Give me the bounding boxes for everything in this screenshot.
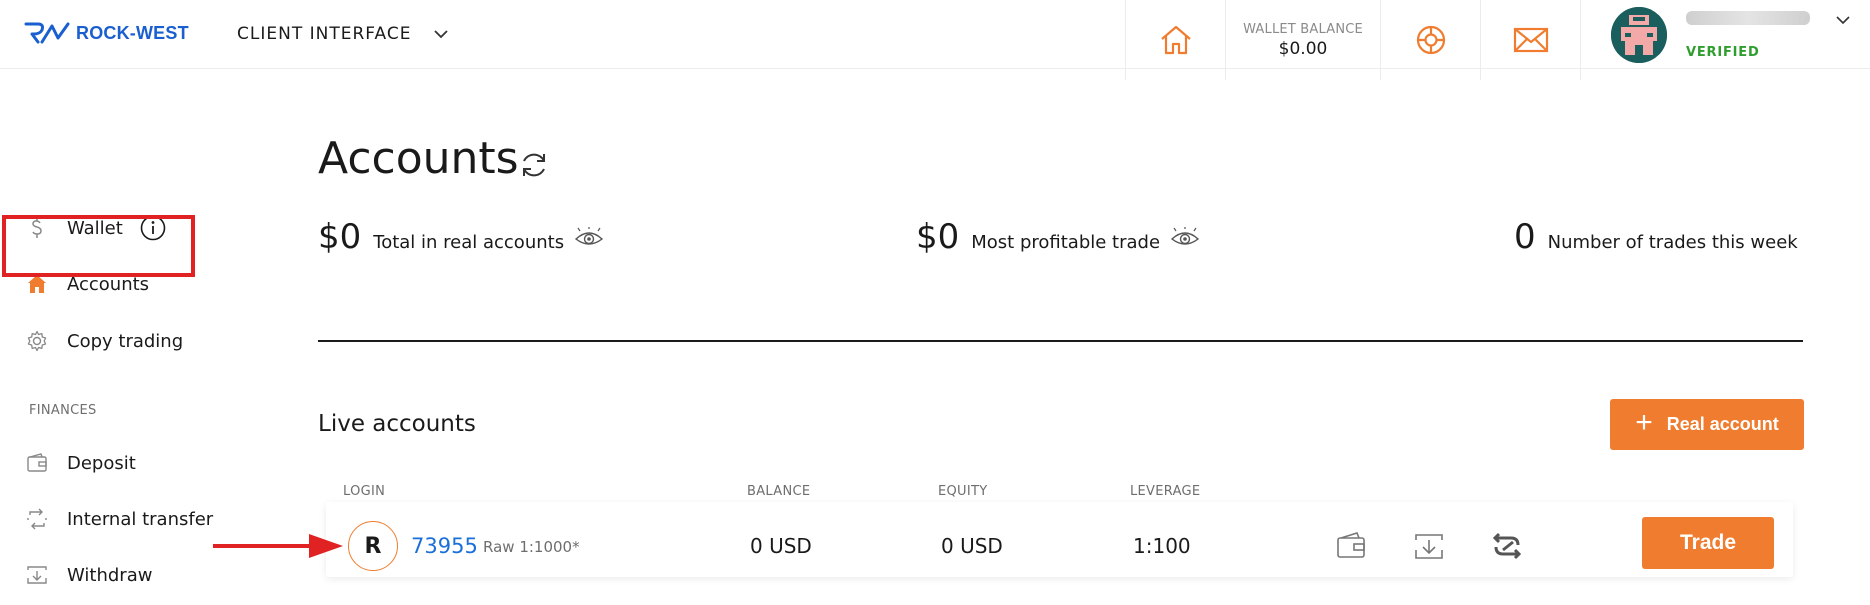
mail-icon — [1513, 27, 1548, 53]
annotation-highlight-box — [2, 215, 195, 277]
support-button[interactable] — [1380, 0, 1480, 80]
account-balance: 0 USD — [750, 534, 812, 558]
wallet-balance[interactable]: WALLET BALANCE $0.00 — [1225, 0, 1380, 80]
wallet-icon — [27, 453, 47, 472]
account-equity: 0 USD — [941, 534, 1003, 558]
client-interface-dropdown[interactable]: CLIENT INTERFACE — [237, 24, 449, 44]
user-name-redacted — [1686, 11, 1810, 25]
stat-trades-this-week: 0 Number of trades this week — [1514, 217, 1798, 257]
withdraw-icon — [27, 566, 47, 584]
plus-icon: + — [1635, 406, 1653, 439]
live-accounts-title: Live accounts — [318, 411, 476, 437]
stat-value: 0 — [1514, 217, 1536, 257]
transfer-icon — [27, 508, 47, 530]
stat-label: Number of trades this week — [1547, 232, 1798, 253]
refresh-icon[interactable] — [518, 149, 550, 181]
stats-divider — [318, 340, 1803, 342]
rock-west-logo-icon — [24, 22, 70, 44]
sidebar-item-deposit[interactable]: Deposit — [0, 443, 200, 483]
avatar[interactable] — [1611, 7, 1667, 63]
eye-icon[interactable] — [574, 227, 604, 247]
client-interface-label: CLIENT INTERFACE — [237, 24, 412, 44]
deposit-wallet-icon[interactable] — [1335, 530, 1367, 562]
home-icon — [1160, 25, 1191, 55]
sidebar-item-copy-trading[interactable]: Copy trading — [0, 321, 200, 361]
lifebuoy-icon — [1416, 25, 1445, 55]
stat-label: Most profitable trade — [971, 232, 1161, 253]
sidebar-item-label: Deposit — [67, 452, 136, 474]
brand-name: ROCK-WEST — [76, 22, 189, 43]
account-type-badge: R — [348, 521, 398, 571]
eye-icon[interactable] — [1170, 227, 1200, 247]
home-button[interactable] — [1125, 0, 1225, 80]
column-header-leverage: LEVERAGE — [1130, 484, 1201, 499]
wallet-balance-label: WALLET BALANCE — [1243, 21, 1363, 37]
messages-button[interactable] — [1480, 0, 1580, 80]
brand-logo[interactable]: ROCK-WEST — [24, 22, 189, 44]
avatar-image — [1611, 7, 1667, 63]
account-leverage: 1:100 — [1133, 534, 1191, 558]
add-real-account-label: Real account — [1666, 414, 1779, 434]
chevron-down-icon — [434, 30, 449, 39]
page-title: Accounts — [318, 133, 519, 184]
trade-button[interactable]: Trade — [1642, 517, 1774, 569]
sidebar-item-withdraw[interactable]: Withdraw — [0, 555, 200, 595]
stat-label: Total in real accounts — [373, 232, 565, 253]
stat-most-profitable: $0 Most profitable trade — [916, 217, 1200, 257]
main-content: Accounts $0 Total in real accounts $0 Mo… — [318, 69, 1870, 605]
sidebar-item-label: Internal transfer — [67, 508, 214, 530]
column-header-equity: EQUITY — [938, 484, 988, 499]
sidebar-item-internal-transfer[interactable]: Internal transfer — [0, 499, 215, 539]
annotation-arrow — [213, 534, 343, 558]
account-type-label: Raw 1:1000* — [483, 538, 580, 556]
stat-value: $0 — [916, 217, 960, 257]
sidebar: Wallet Accounts Copy trading FINANCES De… — [0, 69, 300, 605]
gear-icon — [27, 330, 47, 352]
verified-badge: VERIFIED — [1686, 45, 1760, 60]
finances-section-label: FINANCES — [29, 403, 97, 418]
column-header-login: LOGIN — [343, 484, 386, 499]
chevron-down-icon[interactable] — [1836, 16, 1850, 25]
top-bar: ROCK-WEST CLIENT INTERFACE WALLET BALANC… — [0, 0, 1870, 80]
column-header-balance: BALANCE — [747, 484, 811, 499]
sidebar-item-label: Copy trading — [67, 330, 184, 352]
add-real-account-button[interactable]: + Real account — [1610, 399, 1804, 450]
transfer-icon[interactable] — [1491, 530, 1523, 562]
stat-total-real: $0 Total in real accounts — [318, 217, 604, 257]
account-login-link[interactable]: 73955 — [411, 534, 478, 558]
sidebar-item-label: Withdraw — [67, 564, 153, 586]
withdraw-icon[interactable] — [1413, 530, 1445, 562]
stat-value: $0 — [318, 217, 362, 257]
wallet-balance-value: $0.00 — [1278, 38, 1328, 59]
